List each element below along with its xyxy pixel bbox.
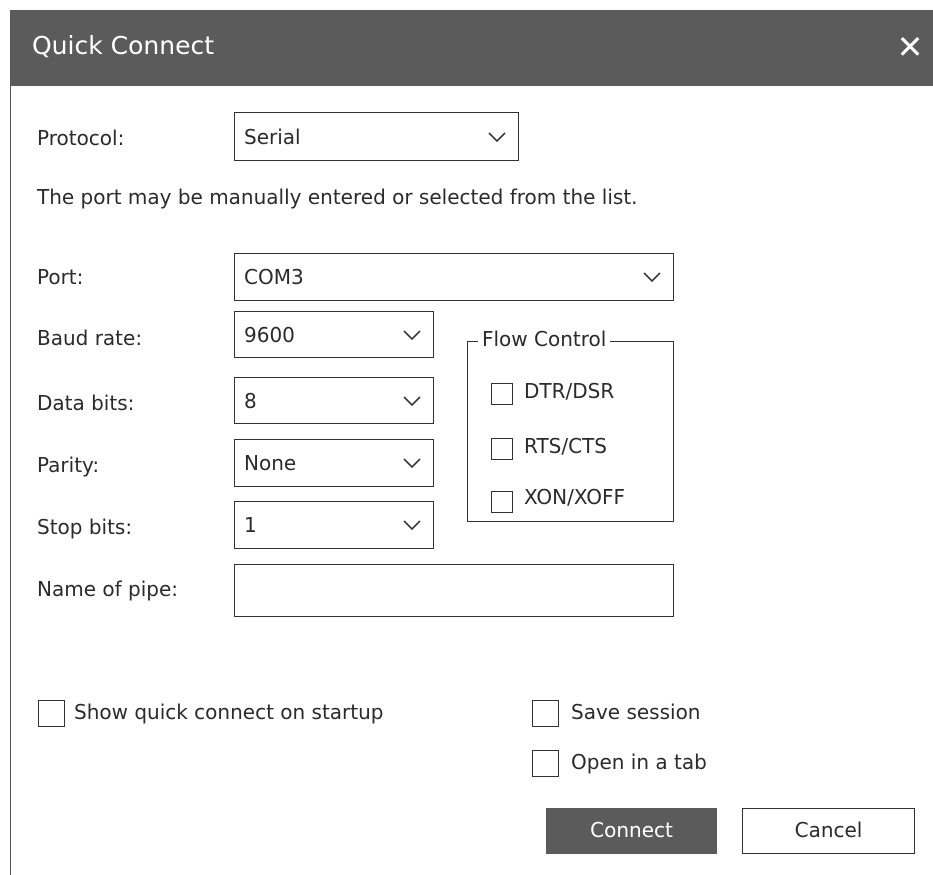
rts-cts-checkbox[interactable] xyxy=(491,438,513,460)
protocol-value: Serial xyxy=(244,124,301,149)
baud-rate-label: Baud rate: xyxy=(37,326,143,350)
dtr-dsr-label: DTR/DSR xyxy=(524,379,615,403)
stop-bits-label: Stop bits: xyxy=(37,515,133,539)
dtr-dsr-checkbox[interactable] xyxy=(491,383,513,405)
baud-rate-value: 9600 xyxy=(244,322,295,347)
parity-select[interactable]: None xyxy=(234,439,434,487)
data-bits-value: 8 xyxy=(244,388,257,413)
chevron-down-icon xyxy=(488,131,506,142)
port-select[interactable]: COM3 xyxy=(234,253,674,301)
data-bits-select[interactable]: 8 xyxy=(234,377,434,424)
baud-rate-select[interactable]: 9600 xyxy=(234,311,434,358)
open-in-tab-checkbox[interactable] xyxy=(532,750,559,777)
flow-control-legend: Flow Control xyxy=(478,327,611,351)
flow-control-group: Flow Control DTR/DSR RTS/CTS XON/XOFF xyxy=(467,327,674,522)
data-bits-label: Data bits: xyxy=(37,391,135,415)
show-on-startup-label: Show quick connect on startup xyxy=(74,700,384,724)
parity-label: Parity: xyxy=(37,453,100,477)
cancel-button[interactable]: Cancel xyxy=(742,808,915,854)
chevron-down-icon xyxy=(643,272,661,282)
port-hint-text: The port may be manually entered or sele… xyxy=(37,185,638,209)
dialog-title: Quick Connect xyxy=(32,31,215,60)
stop-bits-select[interactable]: 1 xyxy=(234,501,434,549)
rts-cts-label: RTS/CTS xyxy=(524,434,607,458)
stop-bits-value: 1 xyxy=(244,513,257,537)
chevron-down-icon xyxy=(403,395,421,406)
name-of-pipe-label: Name of pipe: xyxy=(37,577,178,601)
name-of-pipe-input[interactable] xyxy=(234,564,674,617)
chevron-down-icon xyxy=(403,520,421,530)
open-in-tab-label: Open in a tab xyxy=(571,750,707,774)
show-on-startup-checkbox[interactable] xyxy=(38,700,65,727)
quick-connect-dialog: Quick Connect ✕ Protocol: Serial The por… xyxy=(10,10,933,875)
save-session-label: Save session xyxy=(571,700,701,724)
port-value: COM3 xyxy=(244,265,304,289)
close-icon: ✕ xyxy=(896,28,924,66)
title-bar: Quick Connect ✕ xyxy=(11,10,933,86)
protocol-select[interactable]: Serial xyxy=(234,112,519,161)
chevron-down-icon xyxy=(403,458,421,468)
chevron-down-icon xyxy=(403,329,421,340)
protocol-label: Protocol: xyxy=(37,126,125,150)
close-button[interactable]: ✕ xyxy=(892,29,928,65)
connect-button[interactable]: Connect xyxy=(546,808,717,854)
parity-value: None xyxy=(244,451,297,475)
xon-xoff-checkbox[interactable] xyxy=(491,491,513,513)
xon-xoff-label: XON/XOFF xyxy=(524,485,626,509)
save-session-checkbox[interactable] xyxy=(532,700,559,727)
port-label: Port: xyxy=(37,265,84,289)
